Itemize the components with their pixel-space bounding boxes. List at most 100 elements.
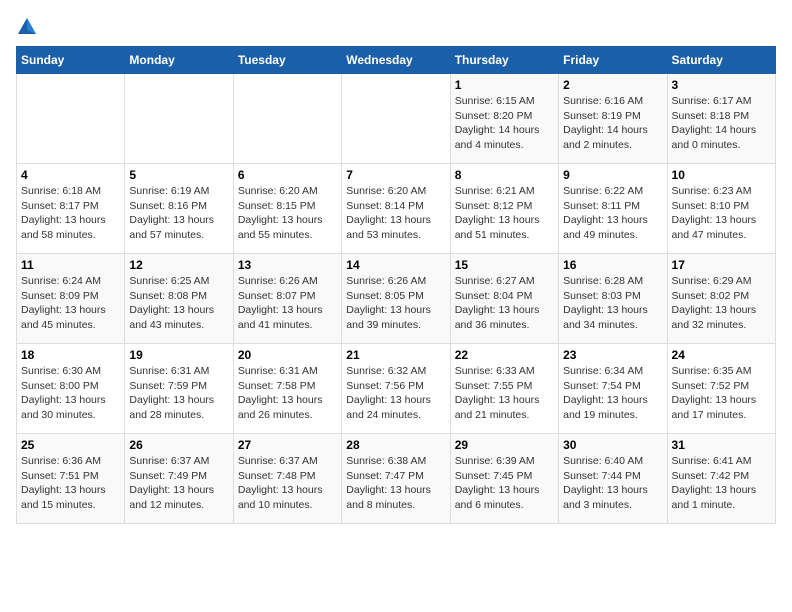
calendar-cell: 14 Sunrise: 6:26 AM Sunset: 8:05 PM Dayli… — [342, 254, 450, 344]
day-info: Sunrise: 6:25 AM Sunset: 8:08 PM Dayligh… — [129, 274, 228, 333]
calendar-cell — [342, 74, 450, 164]
day-number: 2 — [563, 78, 662, 92]
day-info: Sunrise: 6:28 AM Sunset: 8:03 PM Dayligh… — [563, 274, 662, 333]
calendar-cell — [233, 74, 341, 164]
day-number: 18 — [21, 348, 120, 362]
day-number: 10 — [672, 168, 771, 182]
day-number: 13 — [238, 258, 337, 272]
calendar-cell: 26Sunrise: 6:37 AM Sunset: 7:49 PM Dayli… — [125, 434, 233, 524]
day-number: 26 — [129, 438, 228, 452]
day-info: Sunrise: 6:33 AM Sunset: 7:55 PM Dayligh… — [455, 364, 554, 423]
day-info: Sunrise: 6:27 AM Sunset: 8:04 PM Dayligh… — [455, 274, 554, 333]
day-info: Sunrise: 6:20 AM Sunset: 8:15 PM Dayligh… — [238, 184, 337, 243]
day-info: Sunrise: 6:19 AM Sunset: 8:16 PM Dayligh… — [129, 184, 228, 243]
day-info: Sunrise: 6:38 AM Sunset: 7:47 PM Dayligh… — [346, 454, 445, 513]
calendar-cell: 7Sunrise: 6:20 AM Sunset: 8:14 PM Daylig… — [342, 164, 450, 254]
day-info: Sunrise: 6:22 AM Sunset: 8:11 PM Dayligh… — [563, 184, 662, 243]
day-number: 11 — [21, 258, 120, 272]
day-number: 28 — [346, 438, 445, 452]
calendar-cell: 10 Sunrise: 6:23 AM Sunset: 8:10 PM Dayli… — [667, 164, 775, 254]
header-day-thursday: Thursday — [450, 47, 558, 74]
calendar-header-row: SundayMondayTuesdayWednesdayThursdayFrid… — [17, 47, 776, 74]
day-info: Sunrise: 6:35 AM Sunset: 7:52 PM Dayligh… — [672, 364, 771, 423]
day-number: 6 — [238, 168, 337, 182]
day-info: Sunrise: 6:37 AM Sunset: 7:48 PM Dayligh… — [238, 454, 337, 513]
day-number: 15 — [455, 258, 554, 272]
day-number: 29 — [455, 438, 554, 452]
header-day-sunday: Sunday — [17, 47, 125, 74]
day-number: 19 — [129, 348, 228, 362]
day-info: Sunrise: 6:16 AM Sunset: 8:19 PM Dayligh… — [563, 94, 662, 153]
calendar-cell: 4 Sunrise: 6:18 AM Sunset: 8:17 PM Daylig… — [17, 164, 125, 254]
day-number: 22 — [455, 348, 554, 362]
calendar-cell: 24 Sunrise: 6:35 AM Sunset: 7:52 PM Dayli… — [667, 344, 775, 434]
calendar-week-row: 4 Sunrise: 6:18 AM Sunset: 8:17 PM Daylig… — [17, 164, 776, 254]
calendar-cell: 27 Sunrise: 6:37 AM Sunset: 7:48 PM Dayli… — [233, 434, 341, 524]
day-info: Sunrise: 6:32 AM Sunset: 7:56 PM Dayligh… — [346, 364, 445, 423]
day-info: Sunrise: 6:34 AM Sunset: 7:54 PM Dayligh… — [563, 364, 662, 423]
header-day-saturday: Saturday — [667, 47, 775, 74]
day-number: 17 — [672, 258, 771, 272]
day-info: Sunrise: 6:30 AM Sunset: 8:00 PM Dayligh… — [21, 364, 120, 423]
day-info: Sunrise: 6:31 AM Sunset: 7:58 PM Dayligh… — [238, 364, 337, 423]
calendar-cell: 19 Sunrise: 6:31 AM Sunset: 7:59 PM Dayli… — [125, 344, 233, 434]
day-number: 24 — [672, 348, 771, 362]
calendar-cell — [125, 74, 233, 164]
day-number: 21 — [346, 348, 445, 362]
header-day-monday: Monday — [125, 47, 233, 74]
day-info: Sunrise: 6:18 AM Sunset: 8:17 PM Dayligh… — [21, 184, 120, 243]
day-info: Sunrise: 6:26 AM Sunset: 8:05 PM Dayligh… — [346, 274, 445, 333]
header-day-wednesday: Wednesday — [342, 47, 450, 74]
calendar-week-row: 1 Sunrise: 6:15 AM Sunset: 8:20 PM Daylig… — [17, 74, 776, 164]
day-info: Sunrise: 6:40 AM Sunset: 7:44 PM Dayligh… — [563, 454, 662, 513]
calendar-week-row: 11Sunrise: 6:24 AM Sunset: 8:09 PM Dayli… — [17, 254, 776, 344]
header-day-friday: Friday — [559, 47, 667, 74]
calendar-cell: 21 Sunrise: 6:32 AM Sunset: 7:56 PM Dayli… — [342, 344, 450, 434]
day-info: Sunrise: 6:17 AM Sunset: 8:18 PM Dayligh… — [672, 94, 771, 153]
calendar-week-row: 18 Sunrise: 6:30 AM Sunset: 8:00 PM Dayli… — [17, 344, 776, 434]
logo-icon — [16, 16, 38, 38]
day-number: 14 — [346, 258, 445, 272]
calendar-cell: 17Sunrise: 6:29 AM Sunset: 8:02 PM Dayli… — [667, 254, 775, 344]
page-header — [16, 16, 776, 38]
calendar-table: SundayMondayTuesdayWednesdayThursdayFrid… — [16, 46, 776, 524]
day-info: Sunrise: 6:15 AM Sunset: 8:20 PM Dayligh… — [455, 94, 554, 153]
calendar-cell: 1 Sunrise: 6:15 AM Sunset: 8:20 PM Daylig… — [450, 74, 558, 164]
calendar-cell: 29 Sunrise: 6:39 AM Sunset: 7:45 PM Dayli… — [450, 434, 558, 524]
calendar-cell: 25 Sunrise: 6:36 AM Sunset: 7:51 PM Dayli… — [17, 434, 125, 524]
day-number: 4 — [21, 168, 120, 182]
calendar-cell: 5Sunrise: 6:19 AM Sunset: 8:16 PM Daylig… — [125, 164, 233, 254]
calendar-cell — [17, 74, 125, 164]
day-number: 3 — [672, 78, 771, 92]
day-info: Sunrise: 6:23 AM Sunset: 8:10 PM Dayligh… — [672, 184, 771, 243]
calendar-cell: 3 Sunrise: 6:17 AM Sunset: 8:18 PM Daylig… — [667, 74, 775, 164]
day-number: 9 — [563, 168, 662, 182]
calendar-cell: 15 Sunrise: 6:27 AM Sunset: 8:04 PM Dayli… — [450, 254, 558, 344]
day-info: Sunrise: 6:39 AM Sunset: 7:45 PM Dayligh… — [455, 454, 554, 513]
calendar-cell: 23 Sunrise: 6:34 AM Sunset: 7:54 PM Dayli… — [559, 344, 667, 434]
calendar-cell: 31Sunrise: 6:41 AM Sunset: 7:42 PM Dayli… — [667, 434, 775, 524]
calendar-cell: 11Sunrise: 6:24 AM Sunset: 8:09 PM Dayli… — [17, 254, 125, 344]
calendar-cell: 20Sunrise: 6:31 AM Sunset: 7:58 PM Dayli… — [233, 344, 341, 434]
header-day-tuesday: Tuesday — [233, 47, 341, 74]
day-number: 25 — [21, 438, 120, 452]
day-info: Sunrise: 6:36 AM Sunset: 7:51 PM Dayligh… — [21, 454, 120, 513]
day-info: Sunrise: 6:21 AM Sunset: 8:12 PM Dayligh… — [455, 184, 554, 243]
day-number: 16 — [563, 258, 662, 272]
day-info: Sunrise: 6:41 AM Sunset: 7:42 PM Dayligh… — [672, 454, 771, 513]
day-number: 23 — [563, 348, 662, 362]
day-number: 8 — [455, 168, 554, 182]
calendar-cell: 30 Sunrise: 6:40 AM Sunset: 7:44 PM Dayli… — [559, 434, 667, 524]
day-number: 1 — [455, 78, 554, 92]
calendar-cell: 22 Sunrise: 6:33 AM Sunset: 7:55 PM Dayli… — [450, 344, 558, 434]
calendar-cell: 9 Sunrise: 6:22 AM Sunset: 8:11 PM Daylig… — [559, 164, 667, 254]
day-number: 27 — [238, 438, 337, 452]
calendar-cell: 8 Sunrise: 6:21 AM Sunset: 8:12 PM Daylig… — [450, 164, 558, 254]
calendar-cell: 13Sunrise: 6:26 AM Sunset: 8:07 PM Dayli… — [233, 254, 341, 344]
calendar-cell: 18 Sunrise: 6:30 AM Sunset: 8:00 PM Dayli… — [17, 344, 125, 434]
calendar-cell: 16 Sunrise: 6:28 AM Sunset: 8:03 PM Dayli… — [559, 254, 667, 344]
calendar-cell: 2 Sunrise: 6:16 AM Sunset: 8:19 PM Daylig… — [559, 74, 667, 164]
logo — [16, 16, 42, 38]
day-info: Sunrise: 6:31 AM Sunset: 7:59 PM Dayligh… — [129, 364, 228, 423]
day-number: 30 — [563, 438, 662, 452]
